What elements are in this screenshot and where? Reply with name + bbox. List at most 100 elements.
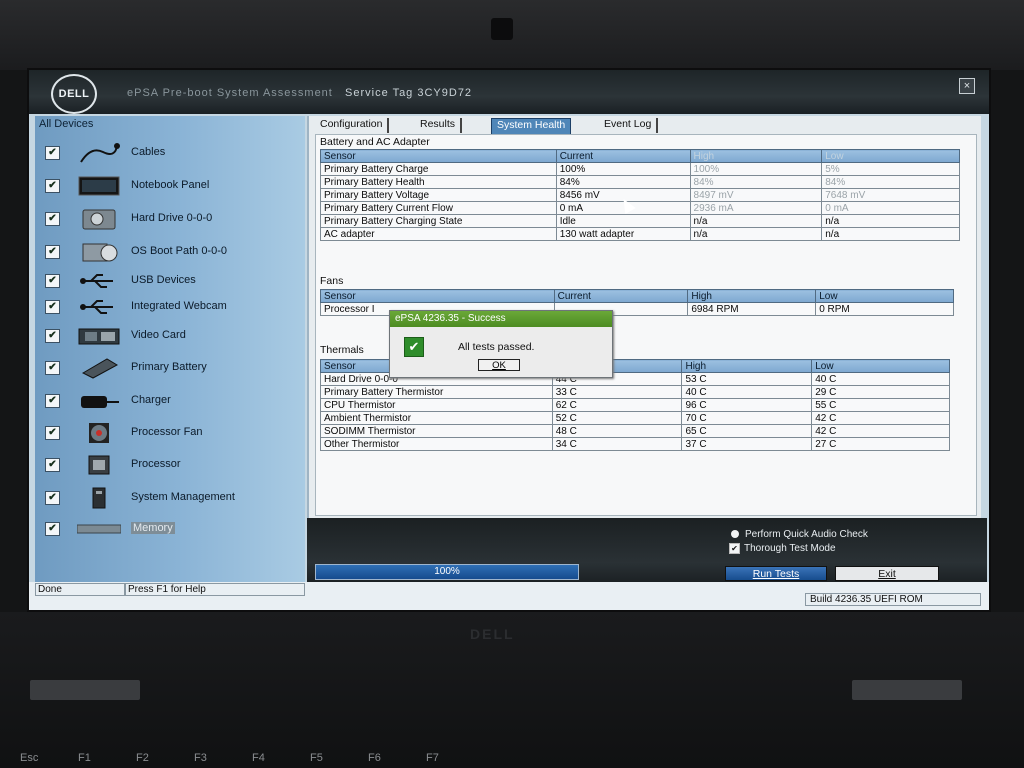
tab-results[interactable]: Results	[415, 118, 463, 133]
sidebar-item-system-management[interactable]: ✔ System Management	[45, 485, 300, 511]
table-row: Primary Battery Voltage 8456 mV 8497 mV …	[320, 188, 960, 202]
table-row: SODIMM Thermistor 48 C 65 C 42 C	[320, 424, 950, 438]
table-cell: SODIMM Thermistor	[320, 424, 553, 438]
table-cell: 100%	[555, 162, 691, 176]
dialog-message: All tests passed.	[458, 341, 535, 353]
service-tag: Service Tag 3CY9D72	[345, 87, 473, 99]
memory-icon	[77, 518, 121, 540]
table-cell: 70 C	[681, 411, 813, 425]
tab-system-health[interactable]: System Health	[491, 118, 572, 135]
battery-section-title: Battery and AC Adapter	[320, 136, 430, 148]
sidebar-item-processor[interactable]: ✔ Processor	[45, 452, 300, 478]
device-sidebar: All Devices ✔ Cables ✔ Notebook Panel ✔ …	[35, 116, 305, 582]
table-row: Ambient Thermistor 52 C 70 C 42 C	[320, 411, 950, 425]
column-header: High	[689, 149, 823, 163]
table-cell: 62 C	[551, 398, 683, 412]
device-checkbox[interactable]: ✔	[45, 274, 60, 288]
table-row: Primary Battery Charging State Idle n/a …	[320, 214, 960, 228]
device-checkbox[interactable]: ✔	[45, 146, 60, 160]
column-header: Current	[553, 289, 689, 303]
table-row: Primary Battery Health 84% 84% 84%	[320, 175, 960, 189]
device-checkbox[interactable]: ✔	[45, 361, 60, 375]
thorough-mode-option[interactable]: ✔ Thorough Test Mode	[729, 543, 836, 554]
radio-button[interactable]	[731, 530, 739, 539]
column-header: High	[681, 359, 813, 373]
thorough-mode-checkbox[interactable]: ✔	[729, 543, 740, 554]
device-checkbox[interactable]: ✔	[45, 426, 60, 440]
device-label: Charger	[131, 394, 171, 406]
table-cell: Primary Battery Charging State	[320, 214, 557, 228]
device-checkbox[interactable]: ✔	[45, 245, 60, 259]
close-button[interactable]: ×	[959, 78, 975, 94]
device-checkbox[interactable]: ✔	[45, 522, 60, 536]
device-checkbox[interactable]: ✔	[45, 491, 60, 505]
keycap: F5	[310, 752, 323, 764]
table-cell: Primary Battery Thermistor	[320, 385, 553, 399]
table-cell: 37 C	[681, 437, 813, 451]
table-cell: 40 C	[811, 372, 950, 386]
run-tests-button[interactable]: Run Tests	[725, 566, 827, 581]
sidebar-header[interactable]: All Devices	[39, 118, 93, 130]
table-cell: 52 C	[551, 411, 683, 425]
table-cell: 0 RPM	[815, 302, 954, 316]
sidebar-item-hard-drive[interactable]: ✔ Hard Drive 0-0-0	[45, 206, 300, 232]
progress-label: 100%	[434, 566, 460, 577]
table-cell: 34 C	[551, 437, 683, 451]
device-checkbox[interactable]: ✔	[45, 329, 60, 343]
table-row: Primary Battery Thermistor 33 C 40 C 29 …	[320, 385, 950, 399]
status-state: Done	[35, 583, 125, 596]
keycap: F4	[252, 752, 265, 764]
device-checkbox[interactable]: ✔	[45, 300, 60, 314]
quick-audio-option[interactable]: Perform Quick Audio Check	[731, 529, 868, 540]
exit-button[interactable]: Exit	[835, 566, 939, 581]
sidebar-item-memory[interactable]: ✔ Memory	[45, 516, 300, 542]
table-cell: n/a	[821, 214, 960, 228]
sidebar-item-os-boot-path[interactable]: ✔ OS Boot Path 0-0-0	[45, 239, 300, 265]
sidebar-item-cables[interactable]: ✔ Cables	[45, 140, 300, 166]
sidebar-item-primary-battery[interactable]: ✔ Primary Battery	[45, 355, 300, 381]
table-cell: 84%	[689, 175, 823, 189]
ok-button[interactable]: OK	[478, 359, 520, 371]
status-help: Press F1 for Help	[125, 583, 305, 596]
keycap: F2	[136, 752, 149, 764]
sidebar-item-integrated-webcam[interactable]: ✔ Integrated Webcam	[45, 294, 300, 320]
table-row: Other Thermistor 34 C 37 C 27 C	[320, 437, 950, 451]
sidebar-item-charger[interactable]: ✔ Charger	[45, 388, 300, 414]
table-cell: 7648 mV	[821, 188, 960, 202]
sidebar-item-notebook-panel[interactable]: ✔ Notebook Panel	[45, 173, 300, 199]
status-bar: Done Press F1 for Help Build 4236.35 UEF…	[29, 582, 989, 610]
table-row: Primary Battery Charge 100% 100% 5%	[320, 162, 960, 176]
column-header: Low	[815, 289, 954, 303]
table-cell: Ambient Thermistor	[320, 411, 553, 425]
table-cell: 42 C	[811, 424, 950, 438]
table-cell: 27 C	[811, 437, 950, 451]
table-cell: 100%	[689, 162, 823, 176]
table-cell: Primary Battery Voltage	[320, 188, 557, 202]
control-panel: 100% Perform Quick Audio Check ✔ Thorough…	[307, 518, 987, 582]
title-bar: DELL ePSA Pre-boot System Assessment Ser…	[29, 70, 989, 114]
device-label: Processor Fan	[131, 426, 203, 438]
table-cell: 33 C	[551, 385, 683, 399]
tab-configuration[interactable]: Configuration	[315, 118, 390, 133]
laptop-top-bezel	[0, 0, 1024, 70]
device-checkbox[interactable]: ✔	[45, 212, 60, 226]
table-header-row: Sensor Current High Low	[320, 149, 960, 163]
sidebar-item-processor-fan[interactable]: ✔ Processor Fan	[45, 420, 300, 446]
table-cell: 65 C	[681, 424, 813, 438]
tab-event-log[interactable]: Event Log	[599, 118, 659, 133]
device-checkbox[interactable]: ✔	[45, 394, 60, 408]
sidebar-item-video-card[interactable]: ✔ Video Card	[45, 323, 300, 349]
device-checkbox[interactable]: ✔	[45, 179, 60, 193]
device-label: Primary Battery	[131, 361, 207, 373]
column-header: Low	[821, 149, 960, 163]
table-cell: 5%	[821, 162, 960, 176]
video-card-icon	[77, 325, 121, 347]
sidebar-item-usb-devices[interactable]: ✔ USB Devices	[45, 268, 300, 294]
device-label: System Management	[131, 491, 235, 503]
dell-logo: DELL	[51, 74, 97, 114]
table-cell: 0 mA	[821, 201, 960, 215]
table-cell: AC adapter	[320, 227, 557, 241]
bezel-brand-logo: DELL	[470, 626, 515, 642]
device-checkbox[interactable]: ✔	[45, 458, 60, 472]
table-cell: 40 C	[681, 385, 813, 399]
